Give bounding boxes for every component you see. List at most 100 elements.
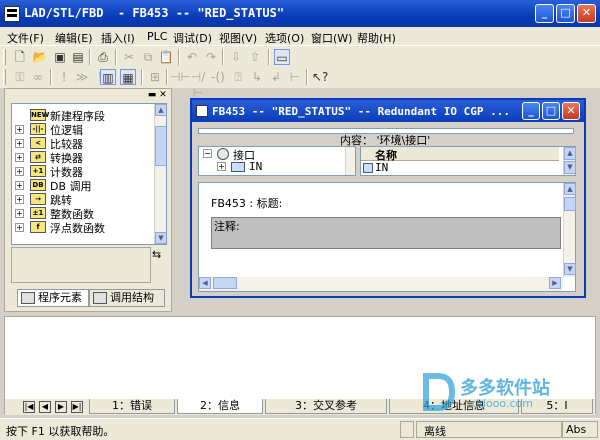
scroll-down-icon[interactable]: ▼ (155, 232, 166, 244)
cut-icon[interactable]: ✂ (121, 49, 137, 65)
block-editor-window: FB453 -- "RED_STATUS" -- Redundant IO CG… (190, 98, 586, 298)
open-folder-icon[interactable]: 📂 (32, 49, 48, 65)
scroll-up-icon[interactable]: ▲ (564, 147, 576, 160)
nc-contact-icon[interactable]: ⊣/⊢ (190, 69, 206, 100)
new-file-icon[interactable]: 🗋 (12, 49, 28, 65)
menu-insert[interactable]: 插入(I) (101, 30, 135, 46)
print-icon[interactable]: ⎙ (95, 49, 111, 65)
tree-item[interactable]: + ±1 整数函数 (12, 206, 158, 221)
menu-debug[interactable]: 调试(D) (173, 30, 212, 46)
prev-error-icon[interactable]: ≫ (74, 69, 90, 85)
tab-cross-reference[interactable]: 3：交叉参考 (265, 399, 387, 414)
panel-close-icon[interactable]: ✕ (158, 90, 168, 100)
bookmark-icon[interactable]: !≪ (56, 69, 72, 100)
declaration-row-label[interactable]: IN (375, 161, 388, 174)
minimize-button[interactable]: _ (535, 4, 554, 23)
connection-icon[interactable]: ⊢ (287, 69, 303, 85)
copy-icon[interactable]: ⧉ (140, 49, 156, 65)
close-button[interactable]: ✕ (577, 4, 596, 23)
tab-call-structure[interactable]: 调用结构 (89, 289, 165, 307)
prev-tab-icon[interactable]: ◀ (39, 401, 51, 413)
scroll-right-icon[interactable]: ▶ (549, 277, 561, 289)
code-vscrollbar[interactable]: ▲ ▼ (563, 183, 576, 277)
upload-icon[interactable]: ⇧ (247, 49, 263, 65)
download-icon[interactable]: ⇩ (228, 49, 244, 65)
app-icon[interactable] (4, 6, 20, 22)
menu-edit[interactable]: 编辑(E) (55, 30, 93, 46)
paste-icon[interactable]: 📋 (158, 49, 174, 65)
monitor-icon[interactable]: ∞ (30, 69, 46, 85)
tab-info[interactable]: 2：信息 (177, 399, 263, 414)
menu-plc[interactable]: PLC (147, 30, 167, 43)
tab-program-elements[interactable]: 程序元素 (17, 289, 89, 307)
tree-item[interactable]: + +1 计数器 (12, 164, 158, 179)
expand-icon[interactable]: + (15, 223, 24, 232)
interface-child-label[interactable]: IN (249, 160, 262, 173)
details-icon[interactable]: ▦ (120, 69, 136, 85)
scroll-down-icon[interactable]: ▼ (564, 263, 576, 275)
next-tab-icon[interactable]: ▶ (55, 401, 67, 413)
window-icon[interactable]: ▭ (274, 49, 290, 65)
block-minimize-button[interactable]: _ (522, 102, 540, 120)
no-contact-icon[interactable]: ⊣⊢ (170, 69, 191, 85)
interface-scrollbar[interactable] (345, 147, 355, 175)
overview-icon[interactable]: ▥ (100, 69, 116, 85)
expand-icon[interactable]: + (15, 181, 24, 190)
menu-options[interactable]: 选项(O) (265, 30, 304, 46)
menu-view[interactable]: 视图(V) (219, 30, 257, 46)
tree-item[interactable]: NEW 新建程序段 (12, 108, 158, 123)
toolbar-grip[interactable] (3, 49, 6, 65)
dock-toggle-icon[interactable]: ⇆ (152, 248, 161, 261)
menu-help[interactable]: 帮助(H) (357, 30, 396, 46)
tree-item[interactable]: + → 跳转 (12, 192, 158, 207)
open-branch-icon[interactable]: ↳ (249, 69, 265, 85)
menu-window[interactable]: 窗口(W) (311, 30, 352, 46)
save-icon[interactable]: ▣ (52, 49, 68, 65)
scroll-down-icon[interactable]: ▼ (564, 161, 576, 174)
toolbar-grip[interactable] (3, 69, 6, 85)
block-close-button[interactable]: ✕ (562, 102, 580, 120)
block-maximize-button[interactable]: □ (542, 102, 560, 120)
undo-icon[interactable]: ↶ (184, 49, 200, 65)
scroll-up-icon[interactable]: ▲ (155, 104, 166, 116)
tab-errors[interactable]: 1：错误 (89, 399, 175, 414)
expand-icon[interactable]: + (15, 153, 24, 162)
expand-icon[interactable]: + (15, 125, 24, 134)
declaration-scrollbar[interactable]: ▲ ▼ (563, 147, 576, 175)
help-pointer-icon[interactable]: ↖? (312, 69, 328, 85)
maximize-button[interactable]: □ (556, 4, 575, 23)
coil-icon[interactable]: -() (210, 69, 226, 85)
save-all-icon[interactable]: ▤ (70, 49, 86, 65)
comment-field[interactable]: 注释: (211, 217, 561, 249)
tree-scrollbar[interactable]: ▲ ▼ (154, 104, 166, 244)
menu-file[interactable]: 文件(F) (7, 30, 44, 46)
close-branch-icon[interactable]: ↲ (268, 69, 284, 85)
scroll-thumb[interactable] (213, 277, 237, 289)
first-tab-icon[interactable]: |◀ (23, 401, 35, 413)
block-title-label[interactable]: FB453 : 标题: (211, 195, 282, 211)
new-network-icon[interactable]: ⊞ (147, 69, 163, 85)
scroll-thumb[interactable] (155, 126, 166, 166)
last-tab-icon[interactable]: ▶| (71, 401, 83, 413)
scroll-up-icon[interactable]: ▲ (564, 183, 576, 195)
scroll-thumb[interactable] (564, 197, 576, 211)
tree-item[interactable]: + -||- 位逻辑 (12, 122, 158, 137)
tree-item[interactable]: + f 浮点数函数 (12, 220, 158, 235)
expand-icon[interactable]: + (15, 167, 24, 176)
redo-icon[interactable]: ↷ (203, 49, 219, 65)
tree-item[interactable]: + < 比较器 (12, 136, 158, 151)
expand-icon[interactable]: + (15, 195, 24, 204)
panel-minimize-icon[interactable]: ▬ (147, 90, 157, 100)
expand-icon[interactable]: + (15, 209, 24, 218)
empty-box-icon[interactable]: ⍰ (230, 69, 246, 85)
tree-item[interactable]: + ⇄ 转换器 (12, 150, 158, 165)
expand-icon[interactable]: + (15, 139, 24, 148)
expand-icon[interactable]: + (217, 162, 226, 171)
collapse-icon[interactable]: − (203, 149, 212, 158)
toolbar-separator (306, 69, 308, 85)
block-icon[interactable] (196, 105, 208, 117)
code-hscrollbar[interactable]: ◀ ▶ (199, 277, 563, 291)
scroll-left-icon[interactable]: ◀ (199, 277, 211, 289)
tree-item[interactable]: + DB DB 调用 (12, 178, 158, 193)
online-icon[interactable]: ⚿ (12, 69, 28, 85)
